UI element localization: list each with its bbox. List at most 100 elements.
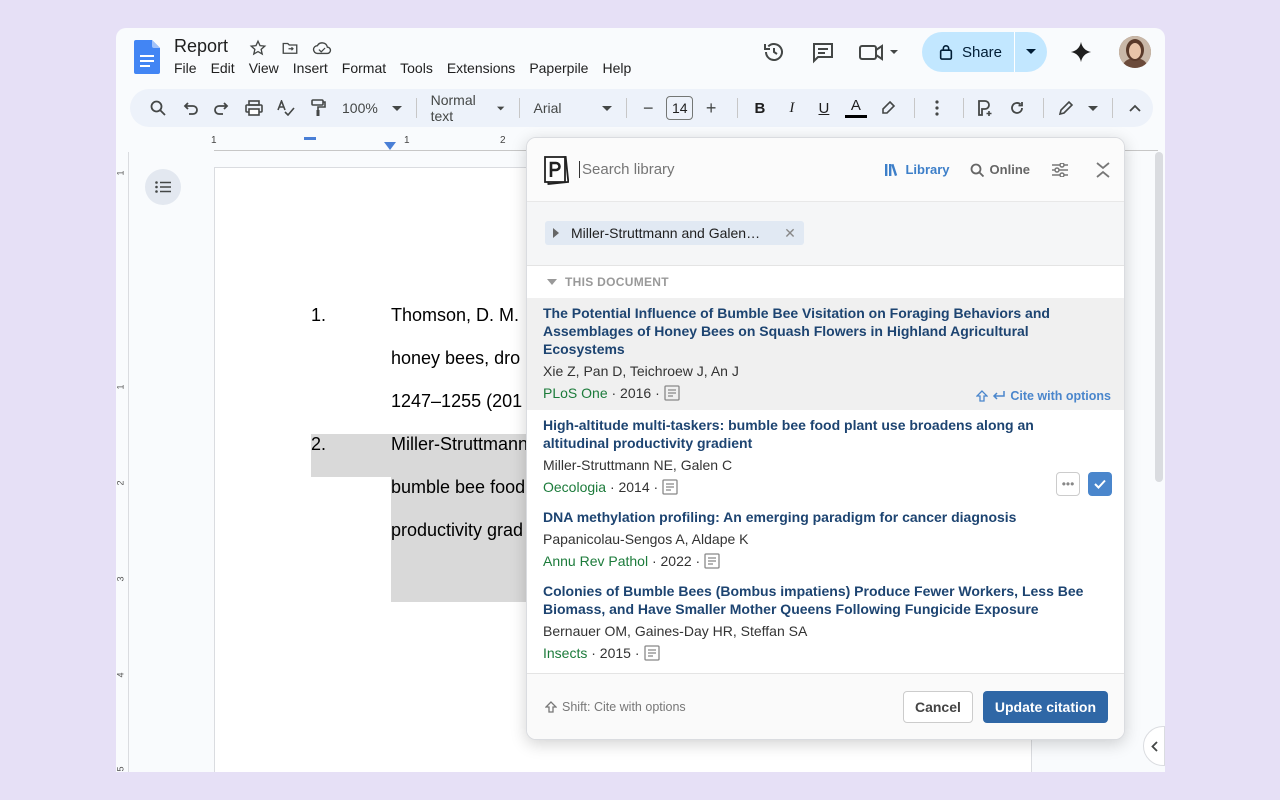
tab-online[interactable]: Online	[970, 162, 1030, 177]
comment-icon[interactable]	[803, 32, 843, 72]
cited-checkbox[interactable]	[1088, 472, 1112, 496]
zoom-select[interactable]: 100%	[336, 94, 408, 122]
item-year: · 2022 ·	[651, 553, 701, 569]
notes-icon[interactable]	[704, 553, 720, 569]
menu-format[interactable]: Format	[342, 60, 393, 76]
settings-sliders-icon[interactable]	[1052, 162, 1068, 177]
menu-view[interactable]: View	[249, 60, 286, 76]
reference-text-line[interactable]: Thomson, D. M.	[391, 305, 519, 326]
reference-text-line[interactable]: productivity grad	[391, 520, 523, 541]
item-journal: Insects	[543, 645, 588, 661]
cite-with-options-button[interactable]: Cite with options	[976, 389, 1111, 403]
item-meta: Insects · 2015 ·	[543, 642, 1110, 664]
increase-font-size-button[interactable]: +	[697, 94, 725, 122]
vertical-ruler[interactable]: 1 1 2 3 4 5	[116, 152, 129, 772]
menu-help[interactable]: Help	[602, 60, 638, 76]
indent-marker[interactable]	[304, 137, 316, 140]
share-button[interactable]: Share	[922, 32, 1015, 72]
cancel-button[interactable]: Cancel	[902, 690, 973, 723]
meet-icon[interactable]	[852, 32, 908, 72]
star-icon[interactable]	[248, 38, 268, 58]
list-item[interactable]: The Potential Influence of Bumble Bee Vi…	[527, 298, 1124, 410]
tab-library[interactable]: Library	[885, 162, 950, 177]
highlight-icon[interactable]	[874, 94, 902, 122]
reference-number: 1.	[311, 305, 327, 325]
cloud-saved-icon[interactable]	[312, 38, 332, 58]
scrollbar[interactable]	[1155, 152, 1163, 482]
share-dropdown-button[interactable]	[1015, 32, 1047, 72]
notes-icon[interactable]	[664, 385, 680, 401]
collapse-toolbar-icon[interactable]	[1121, 94, 1149, 122]
refresh-icon[interactable]	[1003, 94, 1031, 122]
print-icon[interactable]	[240, 94, 268, 122]
filter-chip-label: Miller-Struttmann and Galen…	[571, 225, 761, 241]
reference-number: 2.	[311, 434, 327, 454]
divider	[913, 98, 915, 118]
expand-triangle-icon[interactable]	[553, 228, 559, 238]
text-color-button[interactable]: A	[842, 94, 870, 122]
paint-format-icon[interactable]	[304, 94, 332, 122]
font-value: Arial	[533, 100, 562, 116]
share-label: Share	[961, 43, 1002, 61]
redo-icon[interactable]	[208, 94, 236, 122]
underline-button[interactable]: U	[810, 94, 838, 122]
font-size-input[interactable]: 14	[666, 96, 694, 120]
doc-title[interactable]: Report	[174, 36, 228, 57]
decrease-font-size-button[interactable]: −	[634, 94, 662, 122]
item-journal: Annu Rev Pathol	[543, 553, 649, 569]
bold-button[interactable]: B	[746, 94, 774, 122]
collapse-panel-icon[interactable]	[1096, 161, 1110, 178]
menu-edit[interactable]: Edit	[211, 60, 242, 76]
item-year: · 2015 ·	[591, 645, 640, 661]
move-folder-icon[interactable]	[280, 38, 300, 58]
spellcheck-icon[interactable]	[272, 94, 300, 122]
reference-text-line[interactable]: bumble bee food	[391, 477, 525, 498]
gemini-icon[interactable]	[1061, 32, 1101, 72]
notes-icon[interactable]	[662, 479, 678, 495]
undo-icon[interactable]	[176, 94, 204, 122]
menu-paperpile[interactable]: Paperpile	[529, 60, 595, 76]
ruler-mark: 5	[116, 766, 126, 772]
reference-text-line[interactable]: Miller-Struttmann	[391, 434, 528, 455]
avatar[interactable]	[1119, 36, 1151, 68]
style-select[interactable]: Normal text	[425, 92, 511, 124]
italic-button[interactable]: I	[778, 94, 806, 122]
shift-key-icon	[976, 390, 989, 402]
menu-tools[interactable]: Tools	[400, 60, 440, 76]
paperpile-cite-icon[interactable]	[971, 94, 999, 122]
reference-text-line[interactable]: 1247–1255 (201	[391, 391, 522, 412]
section-header[interactable]: THIS DOCUMENT	[527, 266, 1124, 298]
more-options-button[interactable]: •••	[1056, 472, 1080, 496]
item-meta: Oecologia · 2014 ·	[543, 476, 1110, 498]
check-icon	[1094, 479, 1106, 489]
filter-chip[interactable]: Miller-Struttmann and Galen… ✕	[545, 221, 804, 245]
document-outline-button[interactable]	[145, 169, 181, 205]
editing-mode-select[interactable]	[1052, 94, 1104, 122]
zoom-value: 100%	[342, 100, 378, 116]
ruler-mark: 1	[116, 384, 126, 390]
item-title: The Potential Influence of Bumble Bee Vi…	[543, 305, 1050, 357]
first-line-indent-marker[interactable]	[384, 142, 396, 150]
paperpile-panel: Library Online Miller-Struttmann and Gal…	[526, 137, 1125, 740]
item-title: Colonies of Bumble Bees (Bombus impatien…	[543, 583, 1084, 617]
list-item[interactable]: High-altitude multi-taskers: bumble bee …	[527, 410, 1124, 502]
paperpile-header: Library Online	[527, 138, 1124, 202]
font-select[interactable]: Arial	[528, 94, 618, 122]
menu-extensions[interactable]: Extensions	[447, 60, 522, 76]
docs-logo-icon[interactable]	[134, 40, 160, 74]
item-authors: Bernauer OM, Gaines-Day HR, Steffan SA	[543, 623, 808, 639]
library-search-input[interactable]	[579, 161, 866, 178]
close-icon[interactable]: ✕	[784, 225, 796, 242]
notes-icon[interactable]	[643, 645, 660, 661]
more-options-icon[interactable]	[923, 94, 951, 122]
list-item[interactable]: DNA methylation profiling: An emerging p…	[527, 502, 1124, 576]
side-panel-toggle[interactable]	[1143, 726, 1165, 766]
caret-down-icon	[601, 105, 612, 111]
update-citation-button[interactable]: Update citation	[982, 690, 1108, 723]
menu-insert[interactable]: Insert	[293, 60, 335, 76]
menu-file[interactable]: File	[174, 60, 204, 76]
reference-text-line[interactable]: honey bees, dro	[391, 348, 520, 369]
history-icon[interactable]	[754, 32, 794, 72]
search-menus-icon[interactable]	[144, 94, 172, 122]
list-item[interactable]: Colonies of Bumble Bees (Bombus impatien…	[527, 576, 1124, 668]
